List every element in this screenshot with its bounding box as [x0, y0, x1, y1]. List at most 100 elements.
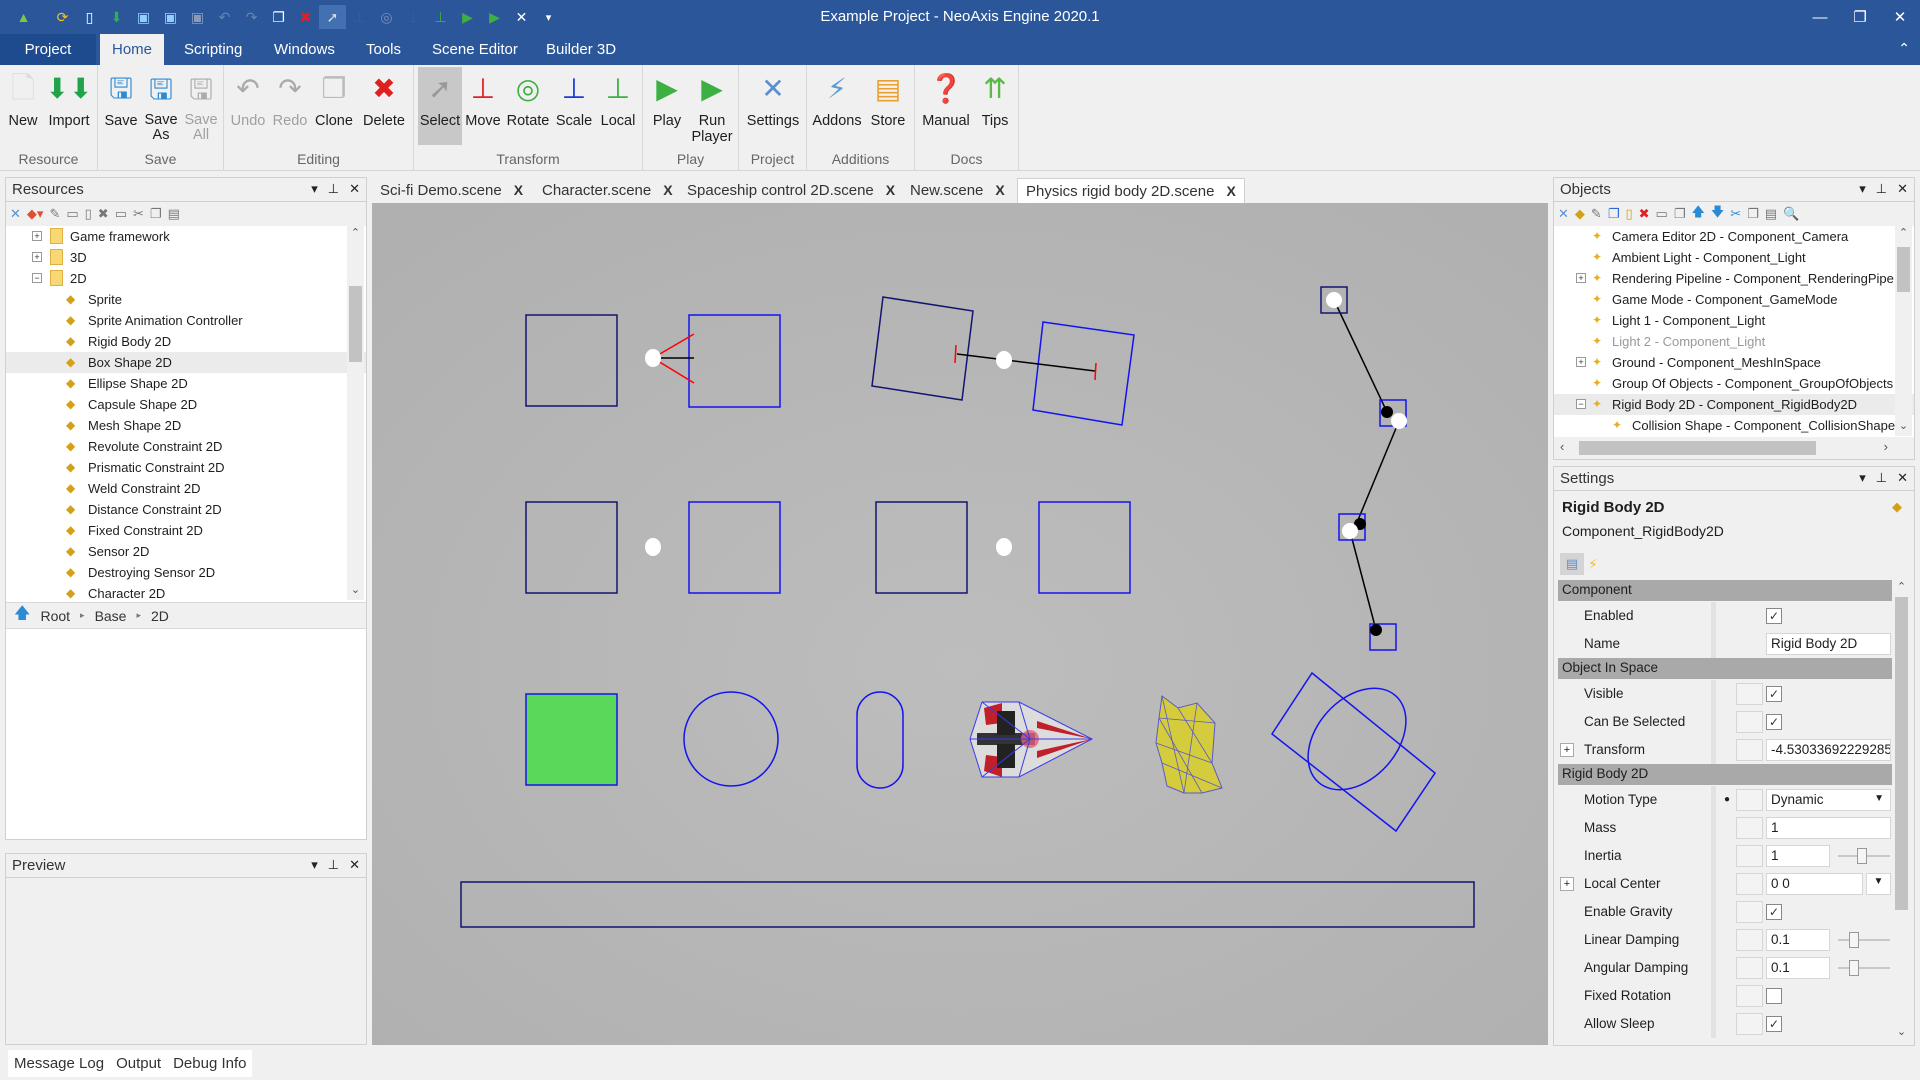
- reset-default-box[interactable]: [1736, 683, 1763, 705]
- expand-toggle-icon[interactable]: +: [1576, 357, 1586, 367]
- property-checkbox[interactable]: [1766, 988, 1782, 1004]
- reset-default-box[interactable]: [1736, 901, 1763, 923]
- property-text-field[interactable]: -4.53033692229285 2: [1766, 739, 1891, 761]
- expand-toggle-icon[interactable]: −: [32, 273, 42, 283]
- manual-button[interactable]: ❓ Manual: [919, 67, 973, 145]
- breadcrumb-2d[interactable]: 2D: [151, 608, 169, 624]
- reset-default-box[interactable]: [1736, 929, 1763, 951]
- save-all-button[interactable]: 🖫 Save All: [182, 67, 220, 145]
- expand-property-icon[interactable]: +: [1560, 743, 1574, 757]
- scroll-thumb[interactable]: [1897, 247, 1910, 292]
- slider-handle[interactable]: [1857, 848, 1867, 864]
- expand-toggle-icon[interactable]: +: [1576, 273, 1586, 283]
- object-tree-item[interactable]: + ✦ Ground - Component_MeshInSpace: [1554, 352, 1914, 373]
- property-checkbox[interactable]: ✓: [1766, 714, 1782, 730]
- properties-tab-icon[interactable]: ▤: [1560, 553, 1584, 575]
- select-button[interactable]: ➚ Select: [418, 67, 462, 145]
- view-mode-icon[interactable]: ◆▾: [27, 206, 44, 222]
- resource-tree-item[interactable]: ◆ Box Shape 2D: [6, 352, 366, 373]
- resource-tree-item[interactable]: ◆ Capsule Shape 2D: [6, 394, 366, 415]
- delete-button[interactable]: ✖ Delete: [358, 67, 410, 145]
- reset-default-box[interactable]: [1736, 789, 1763, 811]
- joint-anchor[interactable]: [1326, 292, 1342, 308]
- scroll-up-icon[interactable]: ⌃: [1895, 226, 1912, 243]
- close-icon[interactable]: ✕: [1897, 181, 1908, 197]
- reset-default-box[interactable]: [1736, 739, 1763, 761]
- resources-scrollbar[interactable]: ⌃ ⌄: [347, 226, 364, 600]
- scene-canvas[interactable]: [372, 203, 1548, 1045]
- object-tree-item[interactable]: ✦ Collision Shape - Component_CollisionSh…: [1554, 415, 1914, 436]
- filled-box-shape[interactable]: [525, 693, 618, 786]
- property-column-divider[interactable]: [1711, 786, 1716, 1038]
- dropdown-icon[interactable]: ▾: [311, 857, 318, 873]
- scroll-down-icon[interactable]: ⌄: [1895, 419, 1912, 436]
- addons-button[interactable]: ⚡ Addons: [811, 67, 863, 145]
- object-tree-item[interactable]: ✦ Light 1 - Component_Light: [1554, 310, 1914, 331]
- scroll-down-icon[interactable]: ⌄: [347, 583, 364, 600]
- redo-button[interactable]: ↷ Redo: [270, 67, 310, 145]
- reset-default-box[interactable]: [1736, 817, 1763, 839]
- close-icon[interactable]: ✕: [349, 857, 360, 873]
- reset-default-box[interactable]: [1736, 711, 1763, 733]
- tab-message-log[interactable]: Message Log: [14, 1055, 104, 1072]
- close-tab-icon[interactable]: X: [514, 182, 523, 198]
- object-tree-item[interactable]: + ✦ Rendering Pipeline - Component_Renderi…: [1554, 268, 1914, 289]
- reset-default-box[interactable]: [1736, 957, 1763, 979]
- object-tree-item[interactable]: ✦ Ambient Light - Component_Light: [1554, 247, 1914, 268]
- reset-default-box[interactable]: [1736, 845, 1763, 867]
- save-as-button[interactable]: 🖫 Save As: [142, 67, 180, 145]
- tab-scripting[interactable]: Scripting: [172, 34, 254, 65]
- cut-icon[interactable]: ✂: [133, 206, 144, 222]
- property-column-divider[interactable]: [1711, 680, 1716, 764]
- events-tab-icon[interactable]: ⚡: [1588, 553, 1598, 575]
- doc-tab-spaceship-control[interactable]: Spaceship control 2D.scene X: [679, 178, 903, 203]
- property-checkbox[interactable]: ✓: [1766, 904, 1782, 920]
- store-button[interactable]: ▤ Store: [865, 67, 911, 145]
- resource-tree-item[interactable]: + Game framework: [6, 226, 366, 247]
- doc-tab-new[interactable]: New.scene X: [902, 178, 1013, 203]
- undo-button[interactable]: ↶ Undo: [228, 67, 268, 145]
- object-tree-item[interactable]: ✦ Camera Editor 2D - Component_Camera: [1554, 226, 1914, 247]
- clone-icon[interactable]: ❐: [1674, 206, 1686, 222]
- objects-hscrollbar[interactable]: ‹ ›: [1554, 437, 1914, 459]
- play-button[interactable]: ▶ Play: [647, 67, 687, 145]
- slider-handle[interactable]: [1849, 960, 1859, 976]
- new-resource-icon[interactable]: ▯: [85, 206, 92, 222]
- move-down-icon[interactable]: 🡇: [1711, 203, 1724, 225]
- object-tree-item[interactable]: ✦ Light 2 - Component_Light: [1554, 331, 1914, 352]
- scroll-down-icon[interactable]: ⌄: [1893, 1025, 1910, 1042]
- property-column-divider[interactable]: [1711, 602, 1716, 658]
- property-category[interactable]: Object In Space: [1558, 658, 1892, 679]
- pin-icon[interactable]: ⊥: [1876, 470, 1887, 486]
- resource-tree-item[interactable]: ◆ Revolute Constraint 2D: [6, 436, 366, 457]
- paste-icon[interactable]: ▤: [1765, 206, 1777, 222]
- property-text-field[interactable]: Rigid Body 2D: [1766, 633, 1891, 655]
- property-slider[interactable]: [1838, 929, 1890, 951]
- save-button[interactable]: 🖫 Save: [102, 67, 140, 145]
- joint-anchor[interactable]: [1391, 413, 1407, 429]
- new-object-icon[interactable]: ▯: [1625, 206, 1632, 222]
- delete-icon[interactable]: ✖: [98, 206, 109, 222]
- copy-icon[interactable]: ❐: [150, 206, 162, 222]
- expand-property-icon[interactable]: +: [1560, 877, 1574, 891]
- move-up-icon[interactable]: 🡅: [1691, 203, 1704, 225]
- scroll-right-icon[interactable]: ›: [1884, 439, 1888, 454]
- reset-default-box[interactable]: [1736, 1013, 1763, 1035]
- tab-project[interactable]: Project: [0, 34, 96, 65]
- joint-anchor[interactable]: [996, 351, 1012, 369]
- restore-button[interactable]: ❐: [1840, 0, 1880, 34]
- expand-toggle-icon[interactable]: −: [1576, 399, 1586, 409]
- tools-icon[interactable]: ✕: [1558, 206, 1569, 222]
- joint-anchor[interactable]: [645, 538, 661, 556]
- joint-anchor[interactable]: [1342, 523, 1358, 539]
- resource-tree-item[interactable]: ◆ Sensor 2D: [6, 541, 366, 562]
- resource-tree-item[interactable]: ◆ Prismatic Constraint 2D: [6, 457, 366, 478]
- up-arrow-icon[interactable]: 🡅: [14, 602, 30, 629]
- hscroll-thumb[interactable]: [1579, 441, 1816, 455]
- object-tree-item[interactable]: ✦ Group Of Objects - Component_GroupOfObj…: [1554, 373, 1914, 394]
- collapse-ribbon-icon[interactable]: ⌃: [1898, 40, 1910, 57]
- slider-handle[interactable]: [1849, 932, 1859, 948]
- reset-default-box[interactable]: [1736, 873, 1763, 895]
- property-category[interactable]: Component: [1558, 580, 1892, 601]
- resource-tree-item[interactable]: ◆ Fixed Constraint 2D: [6, 520, 366, 541]
